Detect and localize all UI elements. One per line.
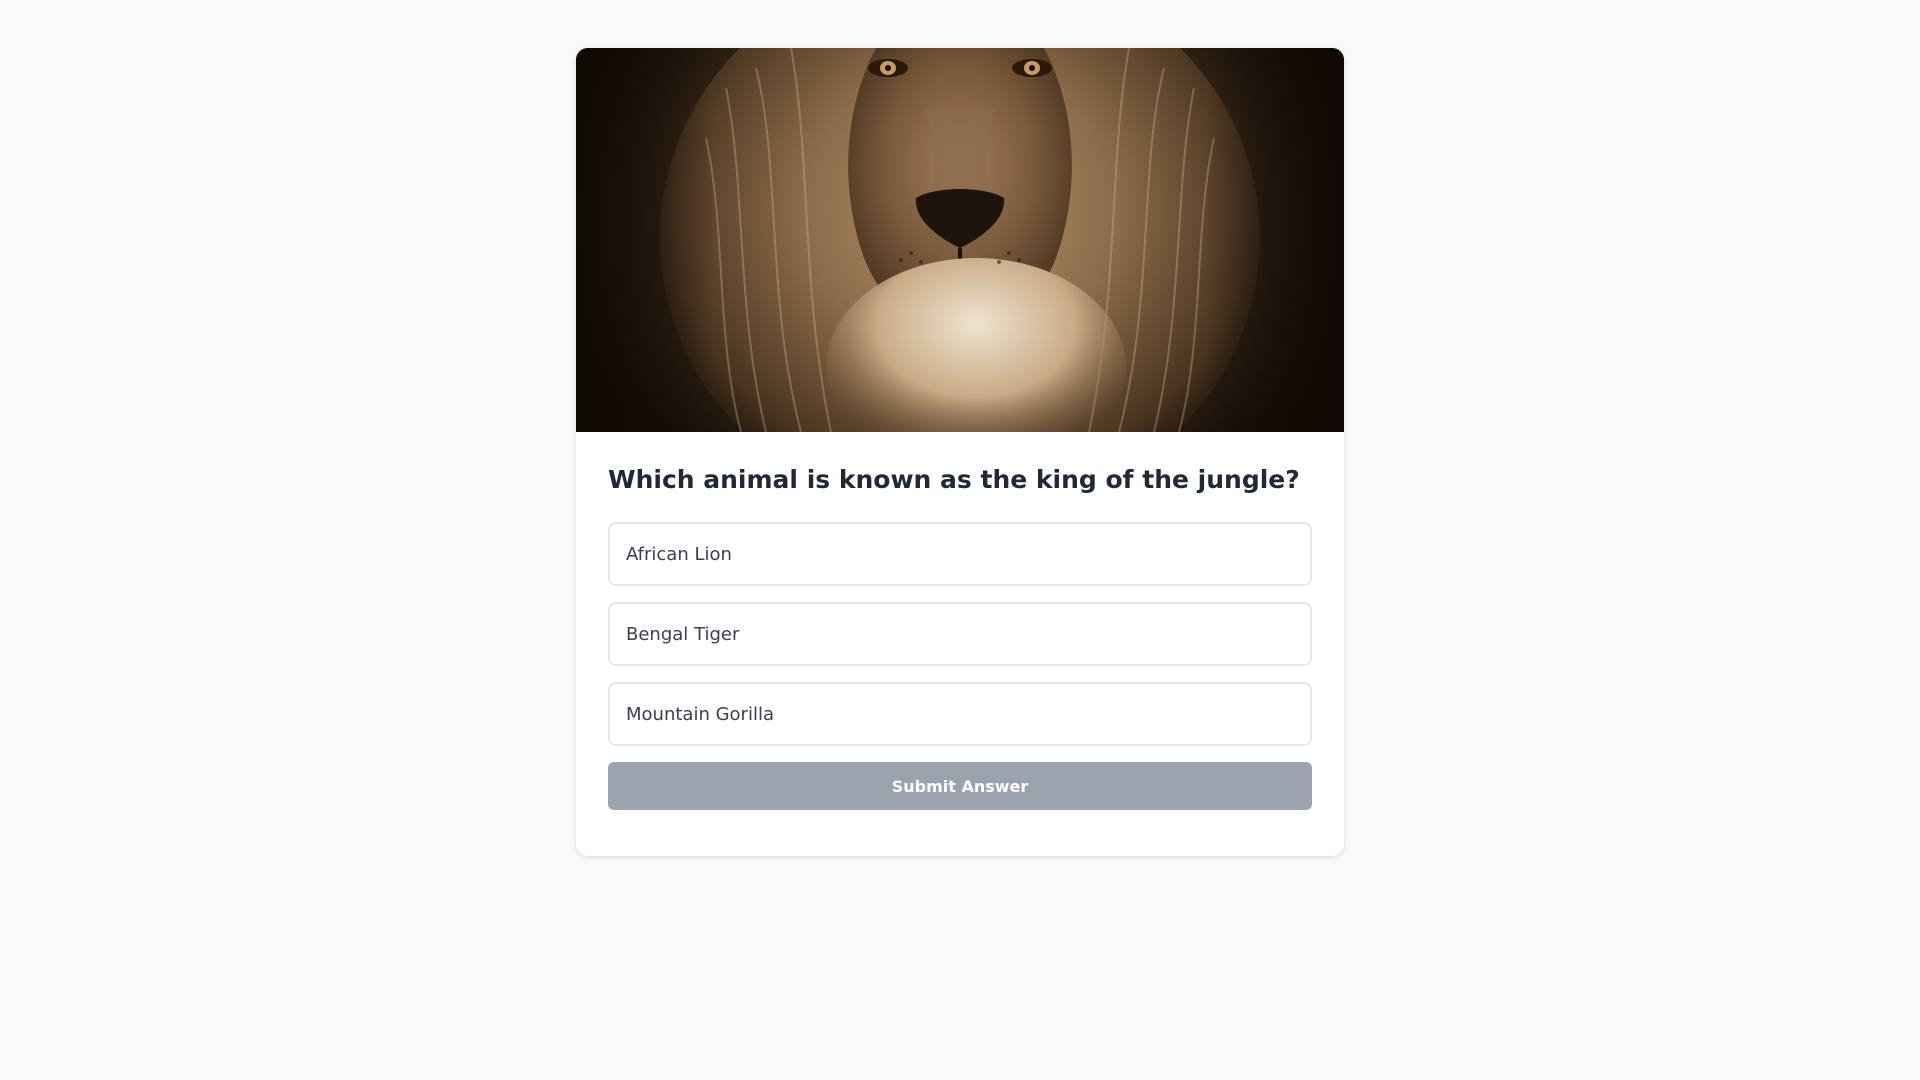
- answer-option-mountain-gorilla[interactable]: Mountain Gorilla: [608, 682, 1312, 746]
- lion-illustration: [576, 48, 1344, 432]
- answer-option-label: African Lion: [626, 543, 732, 565]
- question-text: Which animal is known as the king of the…: [608, 465, 1300, 494]
- answer-option-african-lion[interactable]: African Lion: [608, 522, 1312, 586]
- lion-photo: [576, 48, 1344, 432]
- quiz-content: Which animal is known as the king of the…: [576, 432, 1344, 842]
- answer-option-label: Mountain Gorilla: [626, 703, 774, 725]
- answer-option-bengal-tiger[interactable]: Bengal Tiger: [608, 602, 1312, 666]
- quiz-card: Which animal is known as the king of the…: [576, 48, 1344, 856]
- submit-answer-button[interactable]: Submit Answer: [608, 762, 1312, 810]
- answer-option-label: Bengal Tiger: [626, 623, 740, 645]
